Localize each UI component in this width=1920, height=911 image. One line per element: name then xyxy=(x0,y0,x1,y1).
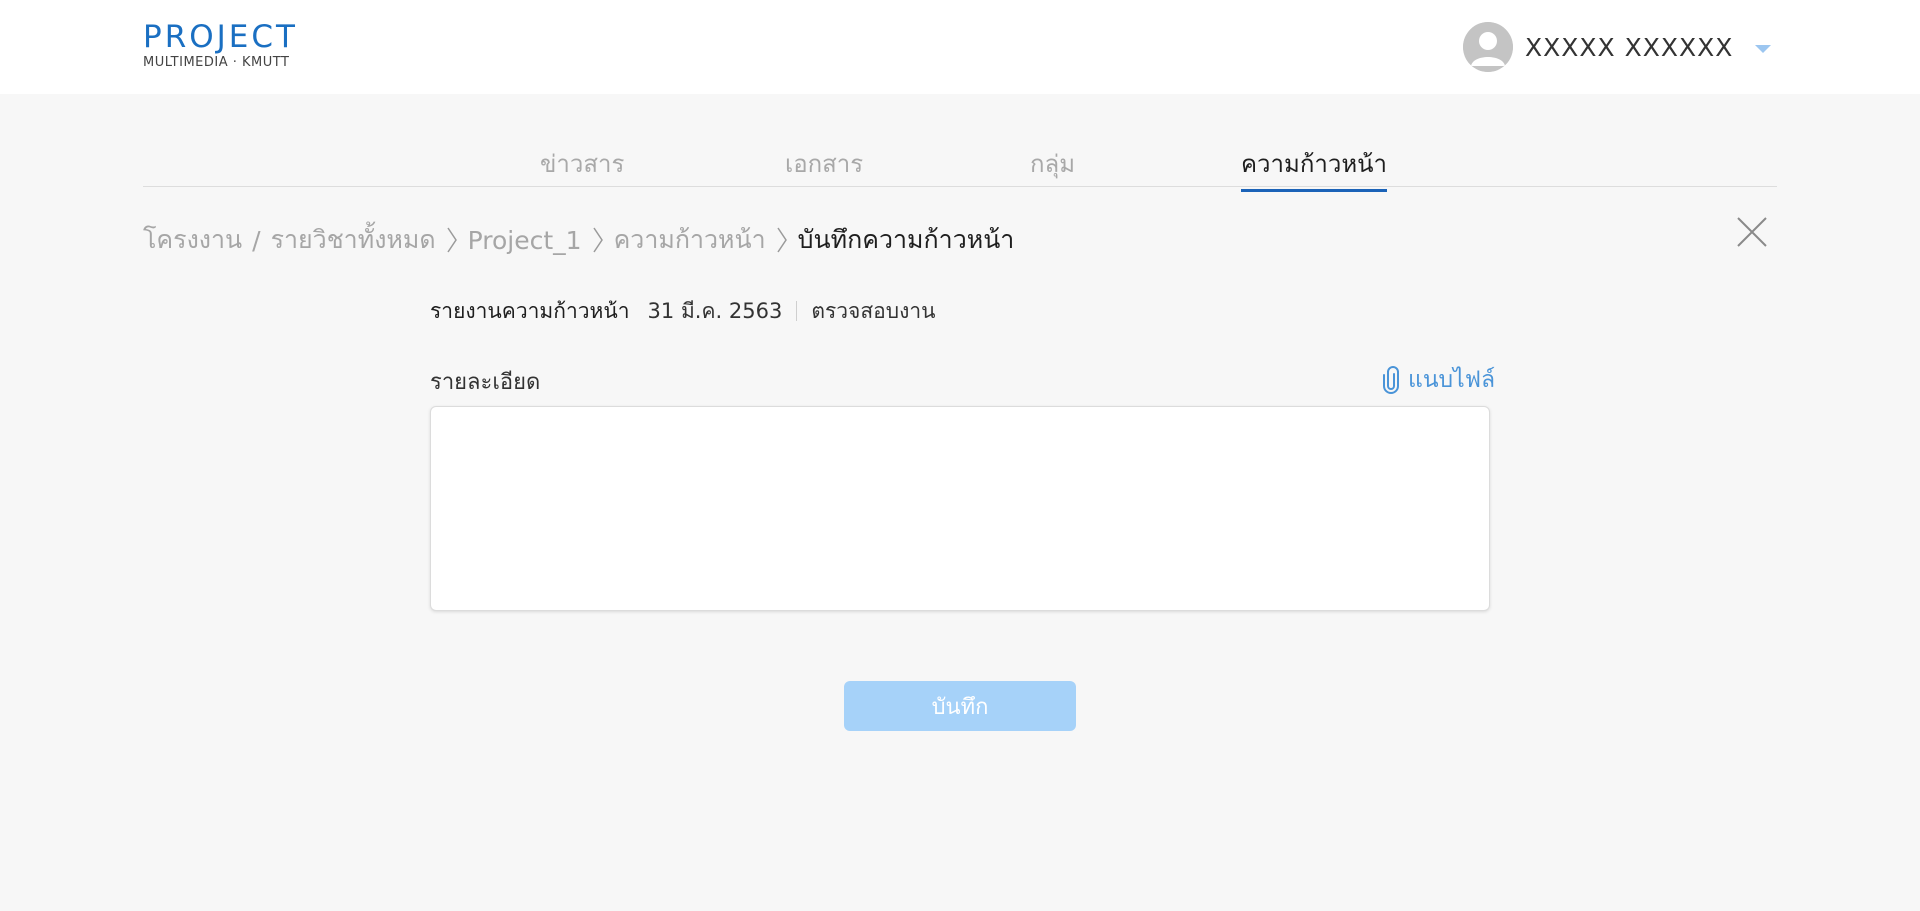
logo-subtitle: MULTIMEDIA · KMUTT xyxy=(143,55,290,70)
user-name: XXXXX XXXXXX xyxy=(1525,32,1734,62)
tab-documents[interactable]: เอกสาร xyxy=(785,144,863,189)
chevron-right-icon xyxy=(592,227,604,253)
tab-bar: ข่าวสาร เอกสาร กลุ่ม ความก้าวหน้า xyxy=(143,130,1777,192)
user-menu[interactable]: XXXXX XXXXXX xyxy=(1463,22,1772,72)
report-info: รายงานความก้าวหน้า 31 มี.ค. 2563 ตรวจสอบ… xyxy=(430,296,936,326)
breadcrumb-current: บันทึกความก้าวหน้า xyxy=(797,225,1015,254)
chevron-right-icon xyxy=(446,227,458,253)
avatar-icon xyxy=(1463,22,1513,72)
chevron-down-icon[interactable] xyxy=(1755,40,1772,59)
top-header: PROJECT MULTIMEDIA · KMUTT XXXXX XXXXXX xyxy=(0,0,1920,94)
report-title: รายงานความก้าวหน้า xyxy=(430,298,630,323)
report-date: 31 มี.ค. 2563 xyxy=(647,298,783,323)
attach-file-label: แนบไฟล์ xyxy=(1408,367,1496,393)
report-status: ตรวจสอบงาน xyxy=(811,298,936,323)
paperclip-icon xyxy=(1383,366,1399,394)
logo-wordmark: PROJECT xyxy=(143,19,298,55)
breadcrumb-progress[interactable]: ความก้าวหน้า xyxy=(614,220,766,260)
tab-group[interactable]: กลุ่ม xyxy=(1030,144,1075,189)
breadcrumb: โครงงาน / รายวิชาทั้งหมด Project_1 ความก… xyxy=(143,222,1014,258)
chevron-right-icon xyxy=(776,227,788,253)
attach-file-button[interactable]: แนบไฟล์ xyxy=(1382,362,1495,398)
project-logo[interactable]: PROJECT MULTIMEDIA · KMUTT xyxy=(143,20,323,74)
breadcrumb-project[interactable]: Project_1 xyxy=(468,226,582,255)
tab-news[interactable]: ข่าวสาร xyxy=(540,144,624,189)
close-icon[interactable] xyxy=(1736,216,1768,248)
detail-label: รายละเอียด xyxy=(430,370,541,395)
tab-progress[interactable]: ความก้าวหน้า xyxy=(1241,144,1388,192)
breadcrumb-root[interactable]: โครงงาน xyxy=(143,220,242,260)
detail-textarea[interactable] xyxy=(430,406,1490,611)
divider xyxy=(796,301,798,321)
breadcrumb-all-courses[interactable]: รายวิชาทั้งหมด xyxy=(271,220,436,260)
breadcrumb-slash: / xyxy=(252,225,261,255)
save-button[interactable]: บันทึก xyxy=(844,681,1076,731)
